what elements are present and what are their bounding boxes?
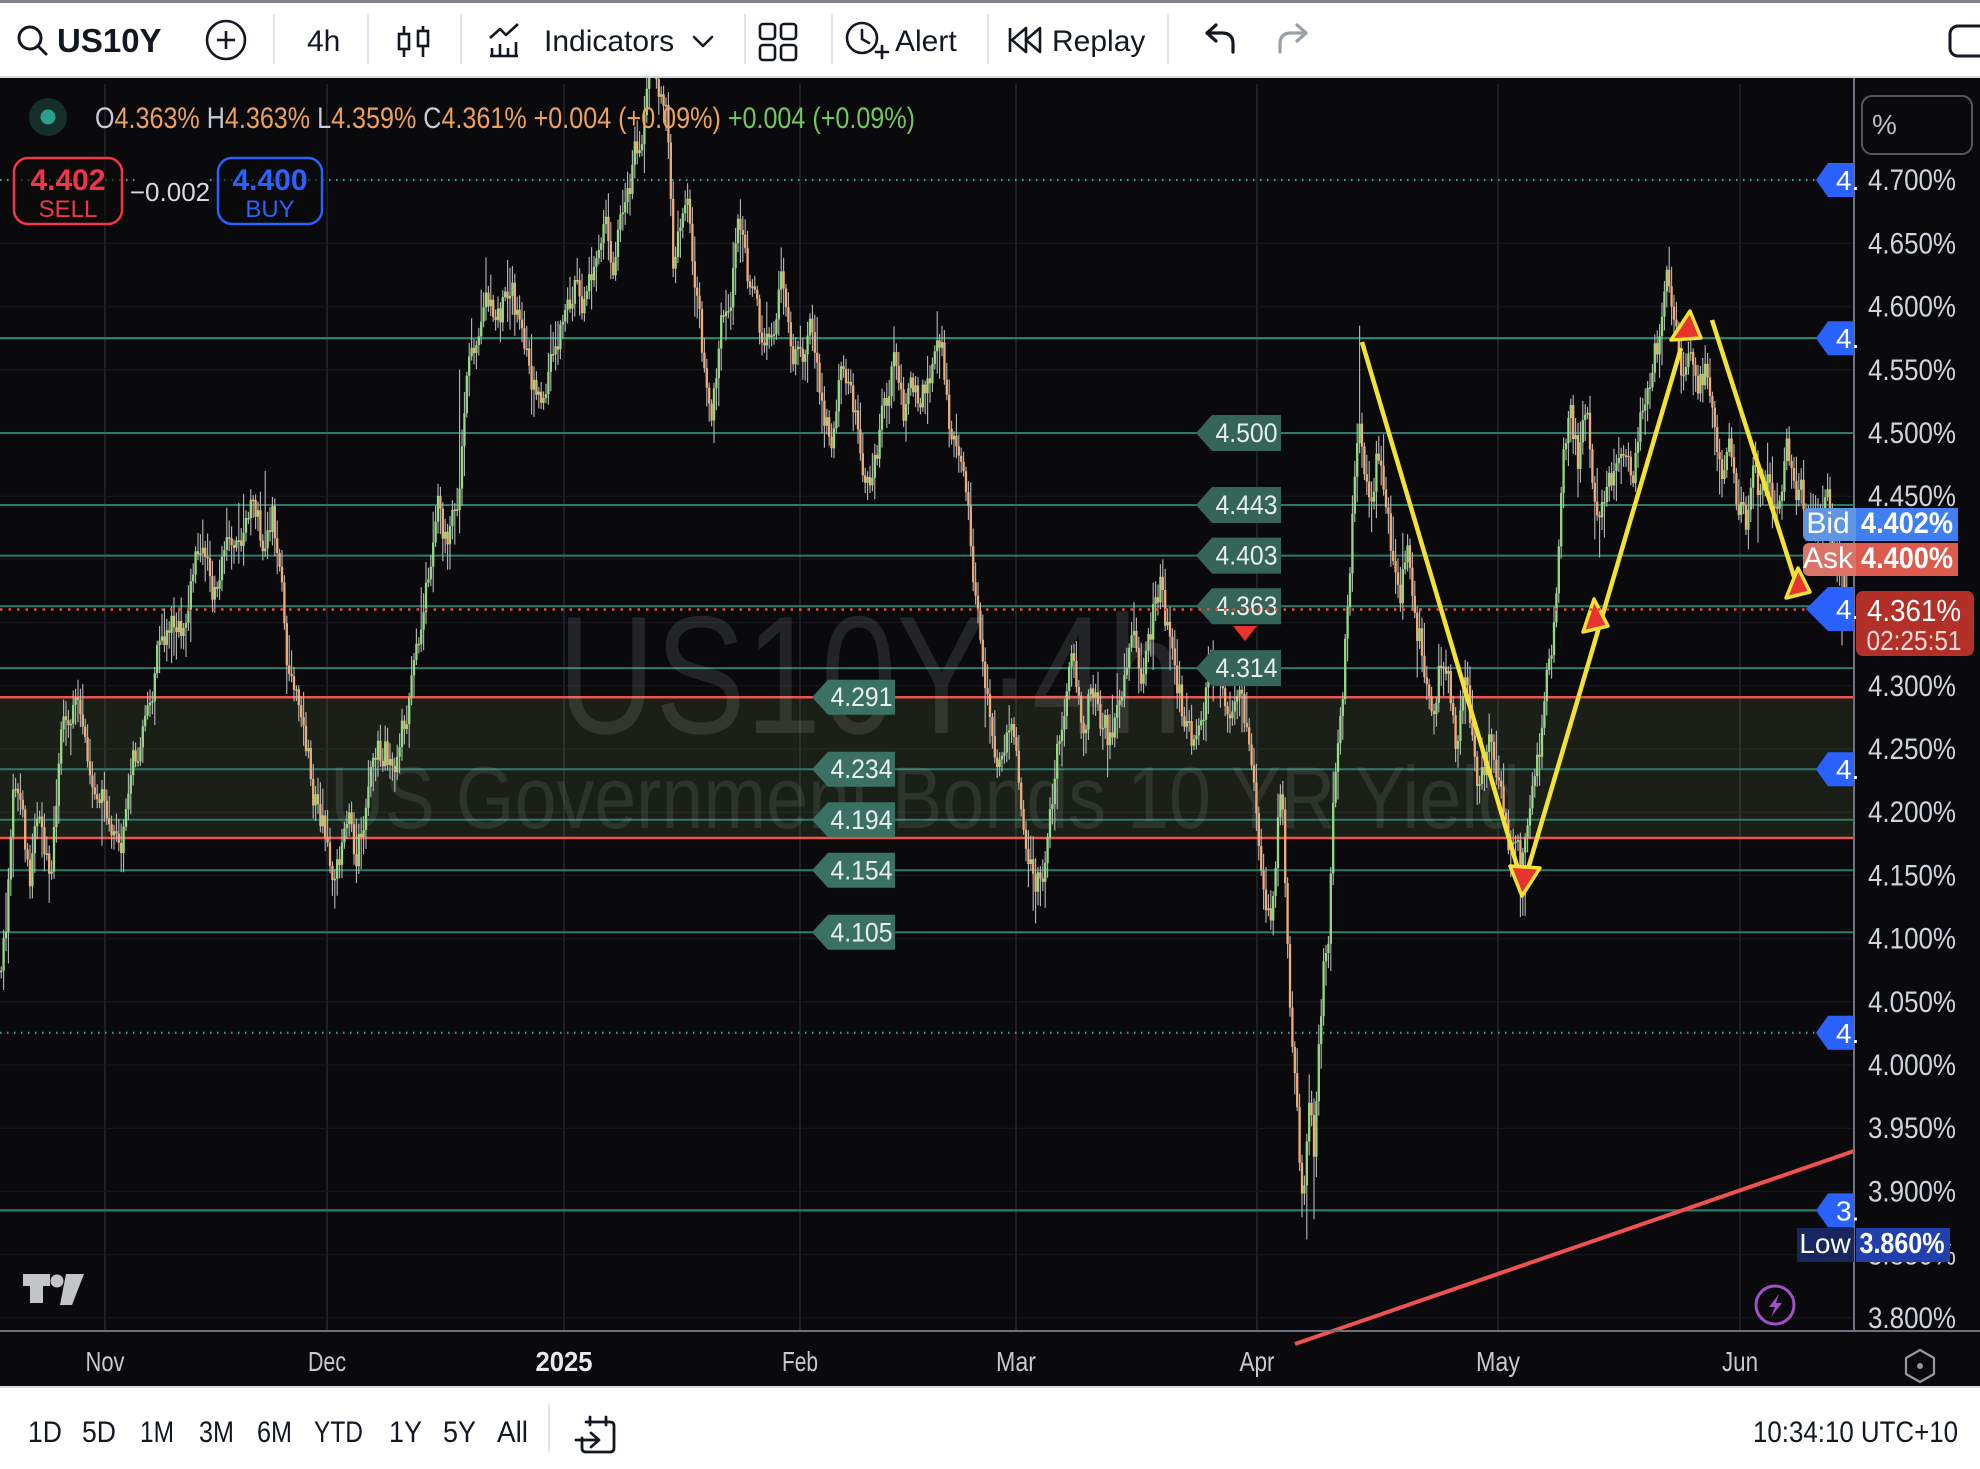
svg-text:10:34:10 UTC+10: 10:34:10 UTC+10 bbox=[1753, 1416, 1958, 1449]
svg-text:02:25:51: 02:25:51 bbox=[1867, 625, 1962, 656]
svg-text:3.860%: 3.860% bbox=[1860, 1228, 1945, 1260]
svg-text:4.402: 4.402 bbox=[30, 164, 105, 197]
svg-text:Mar: Mar bbox=[996, 1346, 1036, 1377]
svg-text:4.291: 4.291 bbox=[831, 682, 893, 712]
svg-text:4.050%: 4.050% bbox=[1868, 986, 1956, 1019]
svg-text:4.154: 4.154 bbox=[831, 855, 893, 885]
svg-text:6M: 6M bbox=[257, 1416, 292, 1449]
svg-text:4.000%: 4.000% bbox=[1868, 1049, 1956, 1082]
svg-text:4.443: 4.443 bbox=[1216, 490, 1278, 520]
svg-text:4.361%: 4.361% bbox=[1867, 593, 1961, 628]
svg-text:4h: 4h bbox=[307, 25, 340, 58]
svg-text:1Y: 1Y bbox=[389, 1416, 422, 1449]
svg-text:2025: 2025 bbox=[536, 1346, 593, 1377]
svg-text:4.403: 4.403 bbox=[1216, 541, 1278, 571]
svg-text:Bid: Bid bbox=[1806, 507, 1849, 540]
svg-text:Nov: Nov bbox=[86, 1346, 125, 1377]
svg-text:3.800%: 3.800% bbox=[1868, 1302, 1956, 1335]
svg-text:1D: 1D bbox=[28, 1416, 62, 1449]
svg-text:4.100%: 4.100% bbox=[1868, 923, 1956, 956]
svg-text:YTD: YTD bbox=[314, 1416, 363, 1449]
svg-text:4.200%: 4.200% bbox=[1868, 796, 1956, 829]
svg-text:3.950%: 3.950% bbox=[1868, 1112, 1956, 1145]
svg-text:O4.363% H4.363% L4.359% C4.361: O4.363% H4.363% L4.359% C4.361% +0.004 (… bbox=[95, 102, 915, 135]
svg-text:4.150%: 4.150% bbox=[1868, 859, 1956, 892]
svg-text:4.600%: 4.600% bbox=[1868, 291, 1956, 324]
svg-text:4.363: 4.363 bbox=[1216, 591, 1278, 621]
svg-text:4.: 4. bbox=[1836, 323, 1859, 354]
svg-text:4.: 4. bbox=[1836, 1018, 1859, 1049]
svg-text:4.650%: 4.650% bbox=[1868, 227, 1956, 260]
svg-text:4.194: 4.194 bbox=[831, 805, 893, 835]
svg-text:US10Y: US10Y bbox=[57, 22, 162, 59]
svg-text:All: All bbox=[497, 1416, 528, 1449]
svg-text:Alert: Alert bbox=[895, 25, 957, 58]
svg-text:May: May bbox=[1476, 1346, 1520, 1377]
svg-text:Apr: Apr bbox=[1240, 1346, 1275, 1377]
svg-text:4.: 4. bbox=[1836, 165, 1859, 196]
svg-text:4.: 4. bbox=[1836, 754, 1859, 785]
svg-text:4.400: 4.400 bbox=[232, 164, 307, 197]
svg-text:4.105: 4.105 bbox=[831, 917, 893, 947]
svg-text:4.234: 4.234 bbox=[831, 754, 893, 784]
svg-text:Low: Low bbox=[1799, 1228, 1851, 1259]
svg-text:5Y: 5Y bbox=[443, 1416, 476, 1449]
svg-text:Jun: Jun bbox=[1722, 1346, 1758, 1377]
svg-text:3.: 3. bbox=[1836, 1195, 1859, 1226]
svg-text:4.250%: 4.250% bbox=[1868, 733, 1956, 766]
svg-text:Ask: Ask bbox=[1803, 542, 1854, 575]
svg-text:1M: 1M bbox=[140, 1416, 174, 1449]
svg-text:SELL: SELL bbox=[39, 196, 98, 223]
svg-text:3M: 3M bbox=[199, 1416, 234, 1449]
svg-text:Indicators: Indicators bbox=[544, 25, 674, 58]
svg-text:Feb: Feb bbox=[782, 1346, 818, 1377]
svg-text:%: % bbox=[1872, 109, 1897, 140]
svg-text:Replay: Replay bbox=[1052, 25, 1145, 58]
svg-text:4.500%: 4.500% bbox=[1868, 417, 1956, 450]
svg-text:4.550%: 4.550% bbox=[1868, 354, 1956, 387]
svg-text:US Government Bonds 10 YR Yiel: US Government Bonds 10 YR Yield bbox=[330, 748, 1520, 847]
svg-text:4.700%: 4.700% bbox=[1868, 164, 1956, 197]
svg-text:4.: 4. bbox=[1836, 594, 1859, 625]
svg-text:4.402%: 4.402% bbox=[1861, 507, 1953, 540]
svg-text:4.400%: 4.400% bbox=[1861, 542, 1953, 575]
svg-text:−0.002: −0.002 bbox=[130, 177, 210, 207]
svg-text:BUY: BUY bbox=[245, 196, 294, 223]
svg-text:Dec: Dec bbox=[308, 1346, 346, 1377]
svg-text:4.300%: 4.300% bbox=[1868, 670, 1956, 703]
svg-text:4.500: 4.500 bbox=[1216, 418, 1278, 448]
svg-text:4.314: 4.314 bbox=[1216, 653, 1278, 683]
svg-text:3.900%: 3.900% bbox=[1868, 1175, 1956, 1208]
svg-text:5D: 5D bbox=[82, 1416, 116, 1449]
